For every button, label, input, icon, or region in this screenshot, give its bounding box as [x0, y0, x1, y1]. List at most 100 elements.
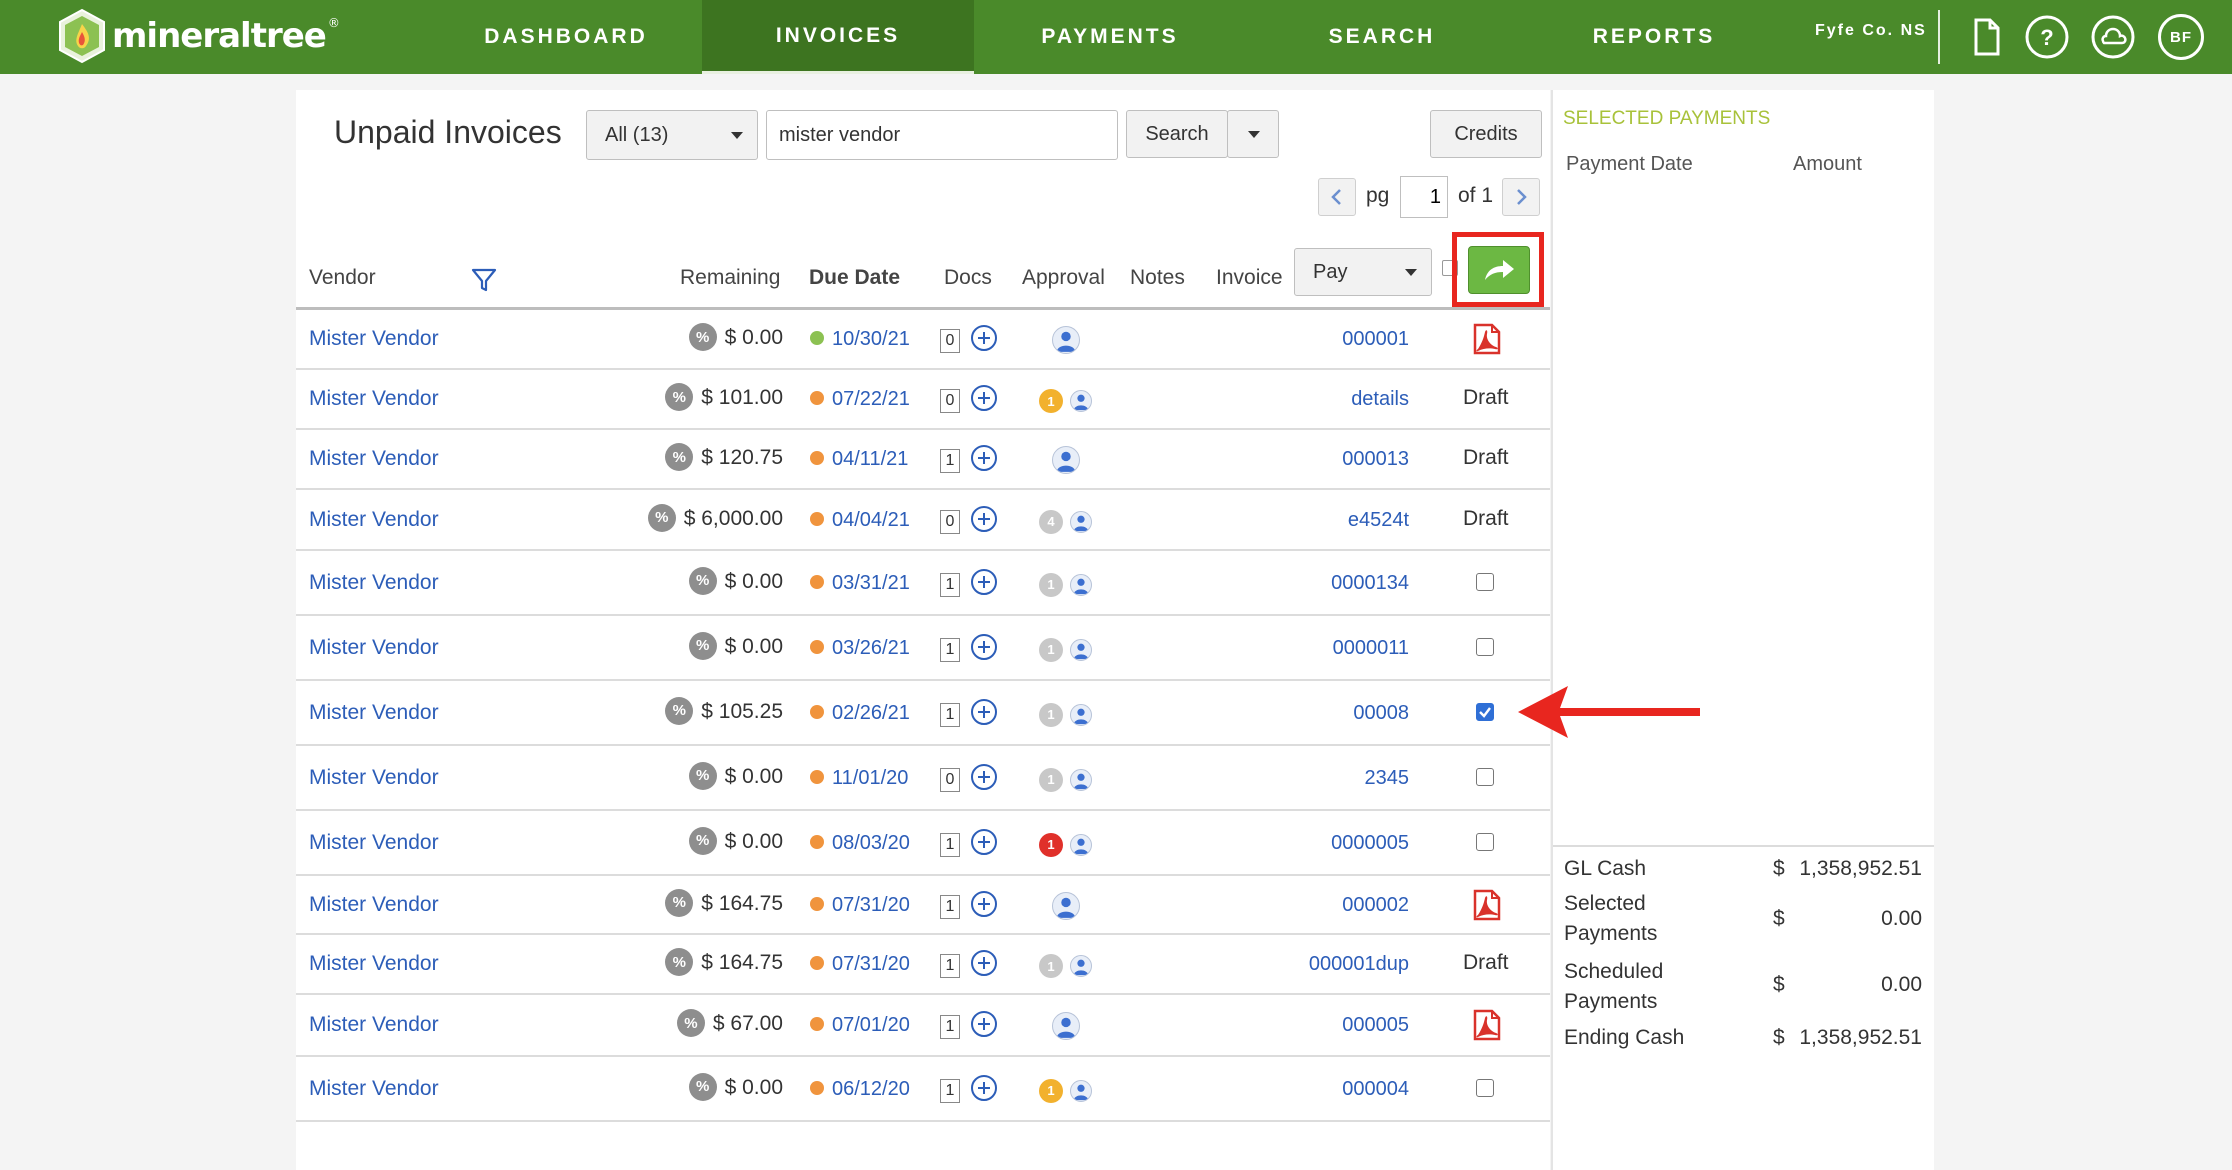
add-document-icon[interactable]: [970, 698, 998, 726]
percent-discount-icon[interactable]: %: [647, 503, 676, 532]
percent-discount-icon[interactable]: %: [665, 696, 694, 725]
approval-count-badge[interactable]: 1: [1039, 702, 1063, 727]
doc-count[interactable]: 1: [940, 1015, 960, 1039]
due-date-link[interactable]: 04/11/21: [832, 448, 908, 471]
approver-user-icon[interactable]: [1070, 703, 1092, 726]
document-icon[interactable]: [1962, 14, 2008, 60]
invoice-number-link[interactable]: 00008: [1353, 702, 1409, 725]
due-date-link[interactable]: 07/22/21: [832, 388, 910, 411]
approval-count-badge[interactable]: 1: [1039, 572, 1063, 597]
doc-count[interactable]: 0: [940, 767, 960, 792]
due-date-link[interactable]: 07/01/20: [832, 1014, 910, 1037]
add-document-icon[interactable]: [970, 633, 998, 661]
doc-count[interactable]: 1: [940, 954, 960, 978]
doc-count[interactable]: 0: [940, 389, 960, 413]
percent-discount-icon[interactable]: %: [665, 888, 694, 917]
pay-select-checkbox[interactable]: [1476, 702, 1494, 721]
nav-reports[interactable]: REPORTS: [1518, 0, 1790, 74]
approval-count-badge[interactable]: 1: [1039, 1078, 1063, 1103]
approver-user-icon[interactable]: [1052, 446, 1080, 474]
invoice-number-link[interactable]: 0000005: [1331, 832, 1409, 855]
pay-select-checkbox[interactable]: [1476, 1078, 1494, 1097]
search-button[interactable]: Search: [1126, 110, 1228, 158]
add-document-icon[interactable]: [970, 1010, 998, 1038]
approver-user-icon[interactable]: [1070, 573, 1092, 596]
pay-select-checkbox[interactable]: [1476, 832, 1494, 851]
invoice-number-link[interactable]: details: [1351, 388, 1409, 411]
vendor-link[interactable]: Mister Vendor: [309, 327, 439, 351]
invoice-number-link[interactable]: 0000134: [1331, 572, 1409, 595]
approver-user-icon[interactable]: [1052, 1012, 1080, 1040]
doc-count[interactable]: 1: [940, 572, 960, 597]
due-date-link[interactable]: 03/26/21: [832, 637, 910, 660]
pdf-error-icon[interactable]: [1472, 889, 1502, 921]
approval-count-badge[interactable]: 1: [1039, 767, 1063, 792]
column-header-remaining[interactable]: Remaining: [680, 266, 780, 290]
due-date-link[interactable]: 07/31/20: [832, 894, 910, 917]
approver-user-icon[interactable]: [1052, 891, 1080, 920]
vendor-link[interactable]: Mister Vendor: [309, 387, 439, 411]
due-date-link[interactable]: 04/04/21: [832, 509, 910, 532]
vendor-link[interactable]: Mister Vendor: [309, 571, 439, 595]
percent-discount-icon[interactable]: %: [688, 1072, 717, 1101]
percent-discount-icon[interactable]: %: [676, 1009, 705, 1037]
vendor-link[interactable]: Mister Vendor: [309, 701, 439, 725]
due-date-link[interactable]: 11/01/20: [832, 767, 908, 790]
user-avatar[interactable]: BF: [2158, 14, 2204, 60]
percent-discount-icon[interactable]: %: [688, 761, 717, 790]
invoice-number-link[interactable]: 000013: [1342, 448, 1409, 471]
add-document-icon[interactable]: [970, 444, 998, 472]
vendor-link[interactable]: Mister Vendor: [309, 831, 439, 855]
column-header-due-date[interactable]: Due Date: [809, 266, 900, 290]
approval-count-badge[interactable]: 4: [1039, 509, 1063, 534]
percent-discount-icon[interactable]: %: [688, 323, 717, 351]
invoice-number-link[interactable]: 000001dup: [1309, 953, 1409, 976]
cloud-sync-icon[interactable]: [2090, 14, 2136, 60]
column-header-docs[interactable]: Docs: [944, 266, 992, 290]
add-document-icon[interactable]: [970, 1074, 998, 1102]
vendor-link[interactable]: Mister Vendor: [309, 508, 439, 532]
vendor-link[interactable]: Mister Vendor: [309, 1013, 439, 1037]
invoice-number-link[interactable]: 000001: [1342, 328, 1409, 351]
pay-select-checkbox[interactable]: [1476, 767, 1494, 786]
percent-discount-icon[interactable]: %: [688, 631, 717, 660]
nav-dashboard[interactable]: DASHBOARD: [430, 0, 702, 74]
add-document-icon[interactable]: [970, 324, 998, 352]
pdf-error-icon[interactable]: [1472, 323, 1502, 355]
invoice-number-link[interactable]: 2345: [1365, 767, 1410, 790]
mineraltree-logo[interactable]: mineraltree ®: [56, 8, 340, 64]
due-date-link[interactable]: 08/03/20: [832, 832, 910, 855]
approval-count-badge[interactable]: 1: [1039, 389, 1063, 413]
page-number-input[interactable]: [1400, 176, 1448, 218]
column-header-invoice[interactable]: Invoice: [1216, 266, 1283, 290]
prev-page-button[interactable]: [1318, 178, 1356, 216]
add-document-icon[interactable]: [970, 949, 998, 977]
add-document-icon[interactable]: [970, 384, 998, 412]
due-date-link[interactable]: 10/30/21: [832, 328, 910, 351]
doc-count[interactable]: 1: [940, 702, 960, 727]
column-header-notes[interactable]: Notes: [1130, 266, 1185, 290]
approval-count-badge[interactable]: 1: [1039, 954, 1063, 978]
approval-count-badge[interactable]: 1: [1039, 637, 1063, 662]
add-document-icon[interactable]: [970, 505, 998, 533]
add-document-icon[interactable]: [970, 568, 998, 596]
invoice-number-link[interactable]: e4524t: [1348, 509, 1409, 532]
vendor-link[interactable]: Mister Vendor: [309, 893, 439, 917]
help-icon[interactable]: ?: [2024, 14, 2070, 60]
nav-search[interactable]: SEARCH: [1246, 0, 1518, 74]
approver-user-icon[interactable]: [1070, 955, 1092, 977]
percent-discount-icon[interactable]: %: [688, 826, 717, 855]
approver-user-icon[interactable]: [1070, 768, 1092, 791]
vendor-link[interactable]: Mister Vendor: [309, 447, 439, 471]
invoice-number-link[interactable]: 000002: [1342, 894, 1409, 917]
doc-count[interactable]: 1: [940, 1078, 960, 1103]
invoice-number-link[interactable]: 000005: [1342, 1014, 1409, 1037]
approver-user-icon[interactable]: [1070, 833, 1092, 856]
approval-count-badge[interactable]: 1: [1039, 832, 1063, 857]
filter-icon[interactable]: [470, 266, 498, 294]
approver-user-icon[interactable]: [1052, 326, 1080, 354]
pay-submit-button[interactable]: [1468, 246, 1530, 294]
next-page-button[interactable]: [1502, 178, 1540, 216]
doc-count[interactable]: 1: [940, 894, 960, 919]
doc-count[interactable]: 1: [940, 832, 960, 857]
